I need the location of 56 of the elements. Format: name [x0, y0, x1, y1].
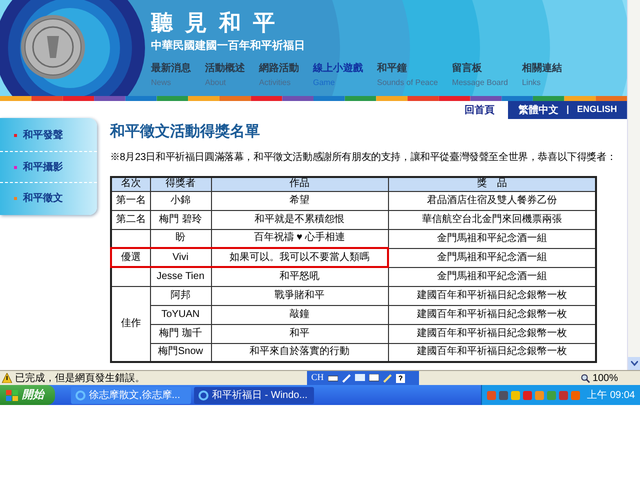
- sidebar-item[interactable]: 和平攝影: [0, 151, 97, 182]
- taskbar-item[interactable]: 徐志摩散文,徐志摩...: [71, 386, 191, 404]
- table-cell: 和平怒吼: [211, 267, 388, 286]
- zoom-icon: [581, 374, 590, 382]
- nav-link[interactable]: 活動概述 About: [205, 62, 245, 90]
- column-header: 作品: [211, 177, 388, 191]
- table-cell: 和平: [211, 324, 388, 343]
- browser-icon: [75, 390, 86, 400]
- table-cell: 和平就是不累積怨恨: [211, 210, 388, 229]
- table-cell: [111, 267, 150, 286]
- scroll-down-button[interactable]: [628, 357, 640, 370]
- taskbar-item[interactable]: 和平祈福日 - Windo...: [194, 386, 314, 404]
- language-link[interactable]: ENGLISH: [576, 103, 617, 117]
- table-cell: 梅門 碧玲: [150, 210, 211, 229]
- nav-link[interactable]: 相關連結 Links: [522, 62, 562, 90]
- status-message: 已完成，但是網頁發生錯誤。: [15, 372, 145, 386]
- site-subtitle: 中華民國建國一百年和平祈福日: [151, 38, 306, 54]
- chevron-down-icon: [630, 361, 638, 366]
- help-icon[interactable]: [396, 374, 405, 382]
- table-cell: 梅門 珈千: [150, 324, 211, 343]
- zoom-level[interactable]: 100%: [592, 370, 618, 386]
- scrollbar[interactable]: [627, 0, 640, 370]
- language-link[interactable]: 繁體中文: [518, 102, 558, 118]
- nav-link[interactable]: 最新消息 News: [151, 62, 191, 90]
- table-cell: 優選: [111, 248, 150, 267]
- start-button[interactable]: 開始: [0, 385, 55, 405]
- table-cell: 戰爭賭和平: [211, 286, 388, 305]
- column-header: 得獎者: [150, 177, 211, 191]
- coin-emblem-icon: [20, 14, 86, 80]
- nav-link[interactable]: 和平鐘 Sounds of Peace: [377, 62, 438, 90]
- site-title: 聽見和平: [151, 10, 288, 36]
- nav-link[interactable]: 網路活動 Activities: [259, 62, 299, 90]
- nav-link[interactable]: 留言板 Message Board: [452, 62, 508, 90]
- table-cell: 希望: [211, 191, 388, 210]
- page-title: 和平徵文活動得獎名單: [110, 122, 261, 142]
- sidebar-item[interactable]: 和平發聲: [0, 120, 97, 151]
- table-cell: 敲鐘: [211, 305, 388, 324]
- table-cell: 第二名: [111, 210, 150, 229]
- separator-text: |: [566, 103, 569, 116]
- home-link[interactable]: 回首頁: [464, 102, 494, 118]
- table-cell: Vivi: [150, 248, 211, 267]
- input-language[interactable]: CH: [311, 371, 324, 385]
- table-cell: ToYUAN: [150, 305, 211, 324]
- intro-text: ※8月23日和平祈福日圓滿落幕，和平徵文活動感謝所有朋友的支持，讓和平從臺灣發聲至全世界，恭喜以下得獎者：: [110, 151, 618, 165]
- table-cell: 小錦: [150, 191, 211, 210]
- column-header: 名次: [111, 177, 150, 191]
- browser-icon: [198, 390, 209, 400]
- clock: 上午 09:04: [587, 388, 635, 402]
- warning-icon: [2, 373, 12, 383]
- table-cell: 第一名: [111, 191, 150, 210]
- table-cell: 阿邦: [150, 286, 211, 305]
- windows-logo-icon: [6, 390, 18, 400]
- column-header: 獎 品: [388, 177, 596, 191]
- sidebar-item[interactable]: 和平徵文: [0, 182, 97, 213]
- table-cell: 如果可以。我可以不要當人類嗎: [211, 248, 388, 267]
- table-cell: Jesse Tien: [150, 267, 211, 286]
